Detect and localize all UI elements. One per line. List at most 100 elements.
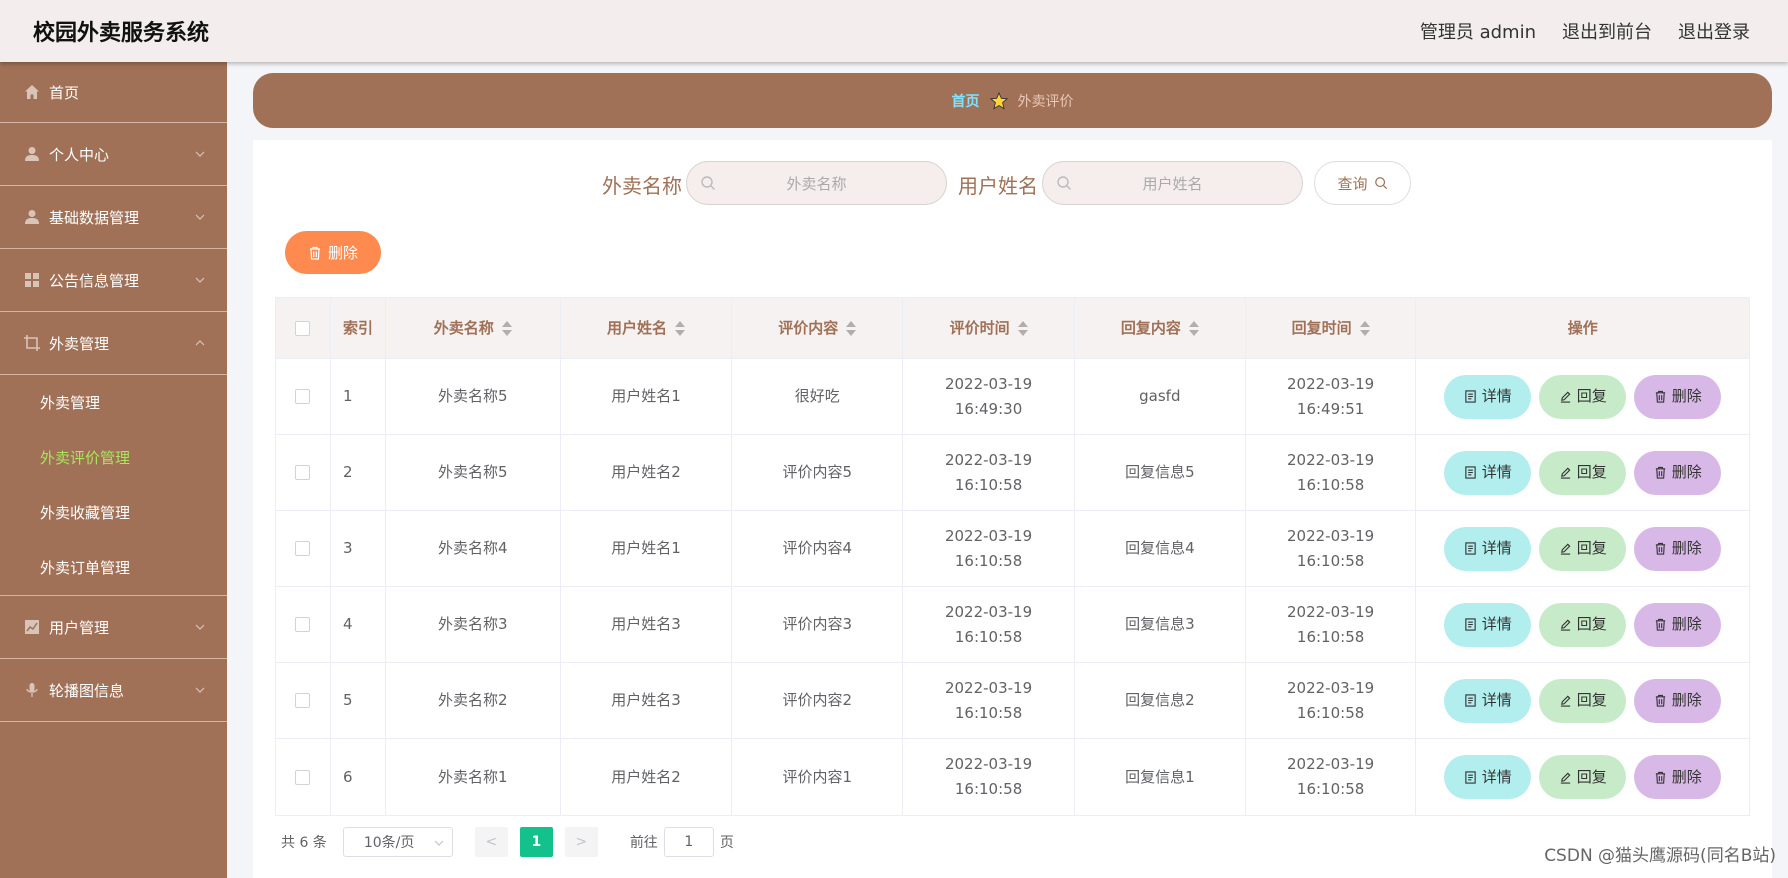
goto-page-input[interactable]: 1 bbox=[663, 827, 714, 857]
table-row: 3 外卖名称4 用户姓名1 评价内容4 2022-03-19 16:10:58 回复信息4… bbox=[276, 511, 1749, 587]
sidebar-item-takeout[interactable]: 外卖管理 bbox=[0, 312, 227, 375]
detail-button[interactable]: 详情 bbox=[1444, 755, 1532, 799]
cell-actions: 详情 回复 删除 bbox=[1416, 435, 1749, 510]
document-icon bbox=[1465, 618, 1476, 631]
cell-name: 外卖名称1 bbox=[386, 739, 561, 815]
row-checkbox[interactable] bbox=[295, 617, 311, 632]
table-row: 2 外卖名称5 用户姓名2 评价内容5 2022-03-19 16:10:58 回复信息5… bbox=[276, 435, 1749, 511]
reply-button[interactable]: 回复 bbox=[1539, 602, 1627, 647]
watermark: CSDN @猫头鹰源码(同名B站) bbox=[1544, 846, 1776, 866]
table-row: 1 外卖名称5 用户姓名1 很好吃 2022-03-19 16:49:30 gasfd 20… bbox=[276, 359, 1749, 435]
chevron-up-icon bbox=[195, 340, 205, 346]
sort-icon bbox=[846, 320, 857, 336]
detail-button[interactable]: 详情 bbox=[1444, 526, 1532, 571]
sidebar-item-label: 基础数据管理 bbox=[49, 208, 140, 227]
sidebar-item-label: 首页 bbox=[49, 83, 80, 102]
page-number-active[interactable]: 1 bbox=[519, 827, 553, 857]
sidebar-item-profile[interactable]: 个人中心 bbox=[0, 123, 227, 186]
edit-icon bbox=[1560, 695, 1571, 707]
reply-button[interactable]: 回复 bbox=[1539, 450, 1627, 495]
sidebar-item-basedata[interactable]: 基础数据管理 bbox=[0, 186, 227, 249]
page-size-select[interactable]: 10条/页 bbox=[342, 827, 453, 857]
row-delete-button[interactable]: 删除 bbox=[1634, 678, 1722, 723]
sidebar-subitem-favorite[interactable]: 外卖收藏管理 bbox=[0, 485, 227, 540]
review-table: 索引 外卖名称 用户姓名 评价内容 评价时间 回复内容 回复时间 操作 1 外卖名… bbox=[275, 297, 1750, 816]
user-search-input[interactable]: 用户姓名 bbox=[1042, 161, 1303, 205]
detail-button[interactable]: 详情 bbox=[1444, 450, 1532, 495]
search-icon bbox=[701, 176, 715, 190]
batch-delete-button[interactable]: 删除 bbox=[285, 231, 381, 274]
row-delete-button[interactable]: 删除 bbox=[1634, 450, 1722, 495]
cell-content: 评价内容2 bbox=[732, 663, 904, 738]
col-name[interactable]: 外卖名称 bbox=[386, 298, 561, 358]
detail-button[interactable]: 详情 bbox=[1444, 678, 1532, 723]
document-icon bbox=[1465, 466, 1476, 479]
row-delete-button[interactable]: 删除 bbox=[1634, 374, 1722, 419]
cell-time: 2022-03-19 16:10:58 bbox=[903, 663, 1075, 738]
pagination: 共 6 条 10条/页 < 1 > 前往 1 页 bbox=[281, 826, 734, 858]
row-delete-button[interactable]: 删除 bbox=[1634, 602, 1722, 647]
cell-index: 3 bbox=[331, 511, 386, 586]
sidebar-subitem-review[interactable]: 外卖评价管理 bbox=[0, 430, 227, 485]
row-checkbox[interactable] bbox=[295, 465, 311, 480]
cell-user: 用户姓名1 bbox=[561, 511, 733, 586]
cell-content: 评价内容1 bbox=[732, 739, 904, 815]
col-reply-time[interactable]: 回复时间 bbox=[1246, 298, 1417, 358]
sidebar-item-notice[interactable]: 公告信息管理 bbox=[0, 249, 227, 312]
search-icon bbox=[1057, 176, 1071, 190]
row-checkbox[interactable] bbox=[295, 693, 311, 708]
current-user[interactable]: 管理员 admin bbox=[1420, 18, 1536, 44]
prev-page-button[interactable]: < bbox=[474, 827, 508, 857]
col-reply[interactable]: 回复内容 bbox=[1075, 298, 1246, 358]
row-checkbox[interactable] bbox=[295, 541, 311, 556]
cell-time: 2022-03-19 16:49:30 bbox=[903, 359, 1075, 434]
crop-icon bbox=[23, 334, 41, 352]
cell-index: 2 bbox=[331, 435, 386, 510]
reply-button[interactable]: 回复 bbox=[1539, 526, 1627, 571]
col-content[interactable]: 评价内容 bbox=[732, 298, 904, 358]
next-page-button[interactable]: > bbox=[564, 827, 598, 857]
cell-reply: 回复信息4 bbox=[1075, 511, 1246, 586]
sidebar-item-carousel[interactable]: 轮播图信息 bbox=[0, 659, 227, 722]
chevron-down-icon bbox=[434, 840, 444, 846]
cell-time: 2022-03-19 16:10:58 bbox=[903, 435, 1075, 510]
chevron-down-icon bbox=[195, 624, 205, 630]
reply-button[interactable]: 回复 bbox=[1539, 374, 1627, 419]
takeout-submenu: 外卖管理 外卖评价管理 外卖收藏管理 外卖订单管理 bbox=[0, 375, 227, 596]
row-checkbox[interactable] bbox=[295, 389, 311, 404]
cell-user: 用户姓名2 bbox=[561, 435, 733, 510]
row-delete-button[interactable]: 删除 bbox=[1634, 526, 1722, 571]
name-search-label: 外卖名称 bbox=[602, 174, 682, 198]
chevron-down-icon bbox=[195, 277, 205, 283]
cell-name: 外卖名称5 bbox=[386, 435, 561, 510]
cell-index: 4 bbox=[331, 587, 386, 662]
chevron-down-icon bbox=[195, 687, 205, 693]
reply-button[interactable]: 回复 bbox=[1539, 678, 1627, 723]
query-button[interactable]: 查询 bbox=[1314, 161, 1411, 205]
col-user[interactable]: 用户姓名 bbox=[561, 298, 733, 358]
detail-button[interactable]: 详情 bbox=[1444, 374, 1532, 419]
sidebar-item-users[interactable]: 用户管理 bbox=[0, 596, 227, 659]
sidebar-item-label: 公告信息管理 bbox=[49, 271, 140, 290]
logout-link[interactable]: 退出登录 bbox=[1678, 18, 1750, 44]
sidebar-subitem-order[interactable]: 外卖订单管理 bbox=[0, 540, 227, 595]
to-front-link[interactable]: 退出到前台 bbox=[1562, 18, 1652, 44]
trash-icon bbox=[1655, 390, 1665, 403]
col-time[interactable]: 评价时间 bbox=[903, 298, 1075, 358]
select-all-checkbox[interactable] bbox=[295, 320, 311, 336]
sidebar-item-home[interactable]: 首页 bbox=[0, 62, 227, 123]
row-checkbox[interactable] bbox=[295, 769, 311, 785]
grid-icon bbox=[23, 271, 41, 289]
breadcrumb-home[interactable]: 首页 bbox=[952, 91, 980, 111]
cell-index: 1 bbox=[331, 359, 386, 434]
detail-button[interactable]: 详情 bbox=[1444, 602, 1532, 647]
cell-reply-time: 2022-03-19 16:10:58 bbox=[1246, 511, 1417, 586]
cell-name: 外卖名称5 bbox=[386, 359, 561, 434]
name-search-input[interactable]: 外卖名称 bbox=[686, 161, 947, 205]
sidebar-subitem-takeout[interactable]: 外卖管理 bbox=[0, 375, 227, 430]
row-delete-button[interactable]: 删除 bbox=[1634, 755, 1722, 799]
cell-time: 2022-03-19 16:10:58 bbox=[903, 739, 1075, 815]
chart-icon bbox=[23, 618, 41, 636]
trash-icon bbox=[1655, 466, 1665, 479]
reply-button[interactable]: 回复 bbox=[1539, 755, 1627, 799]
